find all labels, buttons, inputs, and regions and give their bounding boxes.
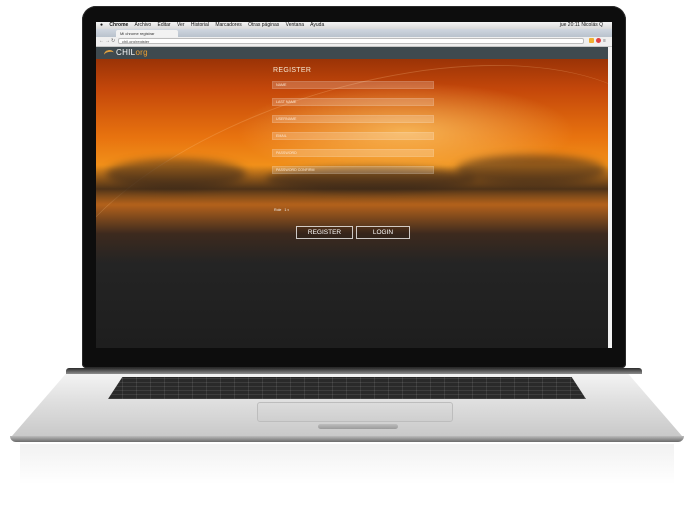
username-field[interactable]: USERNAME <box>272 115 434 123</box>
forward-arrow-icon[interactable]: → <box>105 38 110 45</box>
mac-menubar: ● Chrome Archivo Editar Ver Historial Ma… <box>96 22 612 29</box>
logo-text: CHIL <box>116 48 136 57</box>
browser-toolbar: ← → ↻ chil.org/register ≡ <box>96 37 612 47</box>
extension-icon[interactable] <box>589 38 594 43</box>
password-field[interactable]: PASSWORD <box>272 149 434 157</box>
chevron-down-icon[interactable]: ▾ <box>287 208 289 212</box>
address-bar[interactable]: chil.org/register <box>118 38 584 44</box>
apple-menu-icon[interactable]: ● <box>100 22 103 28</box>
menu-item-archivo[interactable]: Archivo <box>134 22 151 28</box>
laptop-front-edge <box>10 436 684 442</box>
email-field[interactable]: EMAIL <box>272 132 434 140</box>
laptop-reflection <box>20 444 674 484</box>
browser-tabstrip: Mi chrome registrar <box>96 29 612 44</box>
back-arrow-icon[interactable]: ← <box>99 38 104 45</box>
menubar-clock[interactable]: jue 20:11 Nicolás Q <box>560 22 603 29</box>
browser-tab[interactable]: Mi chrome registrar <box>116 30 178 37</box>
laptop-screen: ● Chrome Archivo Editar Ver Historial Ma… <box>96 22 612 348</box>
password-confirm-field[interactable]: PASSWORD CONFIRM <box>272 166 434 174</box>
register-title: REGISTER <box>273 67 312 74</box>
name-field[interactable]: NAME <box>272 81 434 89</box>
laptop-hinge <box>66 368 642 374</box>
menu-icon[interactable]: ≡ <box>603 38 606 45</box>
login-button[interactable]: LOGIN <box>356 226 410 239</box>
laptop-trackpad <box>257 402 453 422</box>
last-name-field[interactable]: LAST NAME <box>272 98 434 106</box>
site-header: CHILorg <box>96 47 612 59</box>
logo-accent-text: org <box>135 48 148 57</box>
web-page: CHILorg REGISTER NAME LAST NAME USERNAME… <box>96 47 612 348</box>
logo-swoosh-icon <box>103 49 115 59</box>
menu-item-otras-paginas[interactable]: Otras páginas <box>248 22 279 28</box>
site-logo[interactable]: CHILorg <box>116 47 148 59</box>
menu-app-name[interactable]: Chrome <box>109 22 128 28</box>
menu-item-ayuda[interactable]: Ayuda <box>310 22 324 28</box>
reload-icon[interactable]: ↻ <box>111 38 115 45</box>
menu-item-ventana[interactable]: Ventana <box>286 22 304 28</box>
menu-item-historial[interactable]: Historial <box>191 22 209 28</box>
role-label: Role <box>274 208 282 212</box>
page-scrollbar[interactable] <box>608 47 612 348</box>
menu-item-editar[interactable]: Editar <box>158 22 171 28</box>
laptop-keyboard <box>108 377 586 399</box>
laptop-lid-notch <box>318 424 398 429</box>
menu-item-ver[interactable]: Ver <box>177 22 185 28</box>
role-select[interactable]: Role 1▾ <box>274 207 289 213</box>
menu-item-marcadores[interactable]: Marcadores <box>215 22 241 28</box>
register-button[interactable]: REGISTER <box>296 226 353 239</box>
extension-icon[interactable] <box>596 38 601 43</box>
